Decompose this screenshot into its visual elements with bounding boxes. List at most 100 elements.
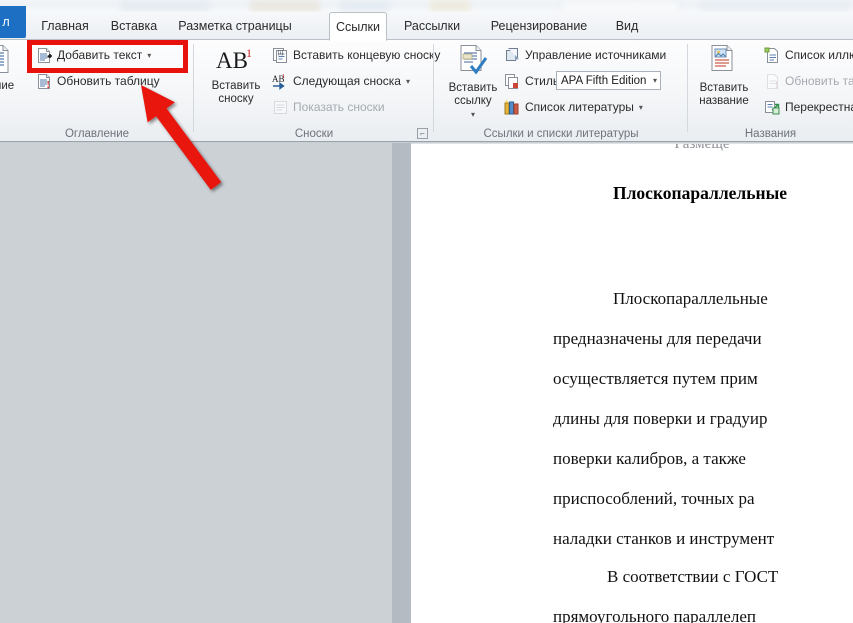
table-of-figures-button[interactable]: Список иллюс <box>764 45 853 65</box>
chevron-down-icon: ▾ <box>638 102 643 112</box>
svg-text:[i]: [i] <box>278 50 284 56</box>
insert-caption-icon <box>709 44 739 80</box>
group-table-of-contents: ление Добавить текст ▾ ! Обновить таблицу О… <box>0 40 194 142</box>
tab-mailings-label: Рассылки <box>403 19 461 33</box>
svg-text:!: ! <box>47 80 50 90</box>
document-header-text: Размеще <box>674 143 730 152</box>
next-footnote-button[interactable]: AB 1 Следующая сноска ▾ <box>272 71 410 91</box>
citation-style-value: APA Fifth Edition <box>561 74 647 87</box>
document-text-line: прямоугольного параллелеп <box>553 607 756 623</box>
group-citations-bibliography-label: Ссылки и списки литературы <box>483 128 639 140</box>
chevron-down-icon[interactable]: ▾ <box>653 76 657 85</box>
cross-reference-button[interactable]: Перекрестная <box>764 97 853 117</box>
toc-icon <box>0 44 12 78</box>
insert-endnote-icon: [i] <box>272 47 289 64</box>
toc-button[interactable]: ление <box>0 44 30 93</box>
toc-button-label: ление <box>0 80 15 92</box>
bibliography-icon <box>504 99 521 116</box>
style-icon <box>504 73 521 90</box>
tab-view-label: Вид <box>615 19 639 33</box>
insert-caption-button[interactable]: Вставить название <box>692 44 756 108</box>
insert-endnote-button-label: Вставить концевую сноску <box>293 48 441 62</box>
tab-home-label: Главная <box>41 19 89 33</box>
tab-page-layout[interactable]: Разметка страницы <box>170 12 300 40</box>
update-figures-button: ! Обновить таб. <box>764 71 853 91</box>
svg-text:AB: AB <box>216 48 248 73</box>
document-text-line: наладки станков и инструмент <box>553 529 775 548</box>
bibliography-button-label: Список литературы <box>525 100 634 114</box>
bibliography-button[interactable]: Список литературы ▾ <box>504 97 643 117</box>
chevron-down-icon: ▾ <box>470 110 475 119</box>
cross-reference-icon <box>764 99 781 116</box>
document-heading: Плоскопараллельные <box>613 183 788 203</box>
update-figures-icon: ! <box>764 73 781 90</box>
cross-reference-button-label: Перекрестная <box>785 100 853 114</box>
svg-text:!: ! <box>775 80 778 90</box>
page-top-edge <box>411 143 853 144</box>
group-footnotes-dialog-launcher-icon[interactable]: ⌐ <box>417 128 428 139</box>
update-table-button-label: Обновить таблицу <box>57 74 160 88</box>
ribbon: ление Добавить текст ▾ ! Обновить таблицу О… <box>0 40 853 142</box>
svg-text:1: 1 <box>246 46 252 60</box>
tab-file[interactable]: л <box>0 6 26 38</box>
update-table-button[interactable]: ! Обновить таблицу <box>36 71 160 91</box>
next-footnote-icon: AB 1 <box>272 73 289 90</box>
insert-citation-button-label2: ссылку <box>454 95 492 107</box>
next-footnote-button-label: Следующая сноска <box>293 74 401 88</box>
manage-sources-icon <box>504 47 521 64</box>
document-text-line: осуществляется путем прим <box>553 369 758 388</box>
chevron-down-icon: ▾ <box>405 76 410 86</box>
tab-references[interactable]: Ссылки <box>329 12 387 41</box>
tab-insert[interactable]: Вставка <box>103 12 165 40</box>
group-footnotes: AB 1 Вставить сноску [i] Вставить концевую… <box>194 40 440 142</box>
svg-text:1: 1 <box>282 74 285 80</box>
insert-endnote-button[interactable]: [i] Вставить концевую сноску <box>272 45 440 65</box>
add-text-icon <box>36 47 53 64</box>
tab-home[interactable]: Главная <box>33 12 97 40</box>
style-label[interactable]: Стиль: <box>504 71 562 91</box>
show-notes-icon <box>272 99 289 116</box>
group-table-of-contents-label: Оглавление <box>64 128 130 140</box>
document-text-line: длины для поверки и градуир <box>553 409 768 428</box>
chevron-down-icon: ▾ <box>147 50 152 60</box>
add-text-button-label: Добавить текст <box>57 48 143 62</box>
manage-sources-button-label: Управление источниками <box>525 48 667 62</box>
tab-mailings[interactable]: Рассылки <box>396 12 468 40</box>
document-text-line: Плоскопараллельные <box>613 289 768 308</box>
insert-citation-icon <box>458 44 488 80</box>
show-notes-button: Показать сноски <box>272 97 385 117</box>
document-canvas: Размеще Плоскопараллельные Плоскопаралле… <box>0 143 853 623</box>
group-citations-bibliography: Вставить ссылку ▾ Управление источниками С… <box>434 40 688 142</box>
tab-insert-label: Вставка <box>110 19 158 33</box>
insert-footnote-button-label2: сноску <box>218 93 254 105</box>
group-captions: Вставитьназвание Список иллюс ! Обновить … <box>688 40 853 142</box>
tab-review[interactable]: Рецензирование <box>478 12 600 40</box>
manage-sources-button[interactable]: Управление источниками <box>504 45 666 65</box>
group-captions-label: Названия <box>744 128 797 140</box>
add-text-button[interactable]: Добавить текст ▾ <box>36 45 151 65</box>
tab-view[interactable]: Вид <box>608 12 646 40</box>
table-of-figures-icon <box>764 47 781 64</box>
citation-style-combo[interactable]: APA Fifth Edition ▾ <box>556 71 661 90</box>
table-of-figures-button-label: Список иллюс <box>785 48 853 62</box>
window-chrome-strip <box>0 0 853 12</box>
insert-citation-button-label: Вставить <box>448 82 498 94</box>
insert-footnote-button[interactable]: AB 1 Вставить сноску <box>204 44 268 106</box>
document-text-line: поверки калибров, а также <box>553 449 746 468</box>
ab1-icon: AB 1 <box>216 44 256 78</box>
tab-file-label: л <box>2 15 10 29</box>
update-figures-button-label: Обновить таб. <box>785 74 853 88</box>
update-table-icon: ! <box>36 73 53 91</box>
insert-caption-button-label2: название <box>699 95 749 107</box>
tab-review-label: Рецензирование <box>490 19 588 33</box>
tab-page-layout-label: Разметка страницы <box>178 19 292 33</box>
show-notes-button-label: Показать сноски <box>293 100 385 114</box>
document-text-line: приспособлений, точных ра <box>553 489 755 508</box>
insert-caption-button-label: Вставить <box>699 82 749 94</box>
document-text-line: предназначены для передачи <box>553 329 762 348</box>
insert-citation-button[interactable]: Вставить ссылку ▾ <box>441 44 505 121</box>
insert-footnote-button-label: Вставить <box>211 80 261 92</box>
ribbon-tab-strip: л Главная Вставка Разметка страницы Ссылки Ра… <box>0 6 853 41</box>
document-page[interactable]: Размеще Плоскопараллельные Плоскопаралле… <box>411 143 853 623</box>
tab-references-label: Ссылки <box>336 19 381 34</box>
